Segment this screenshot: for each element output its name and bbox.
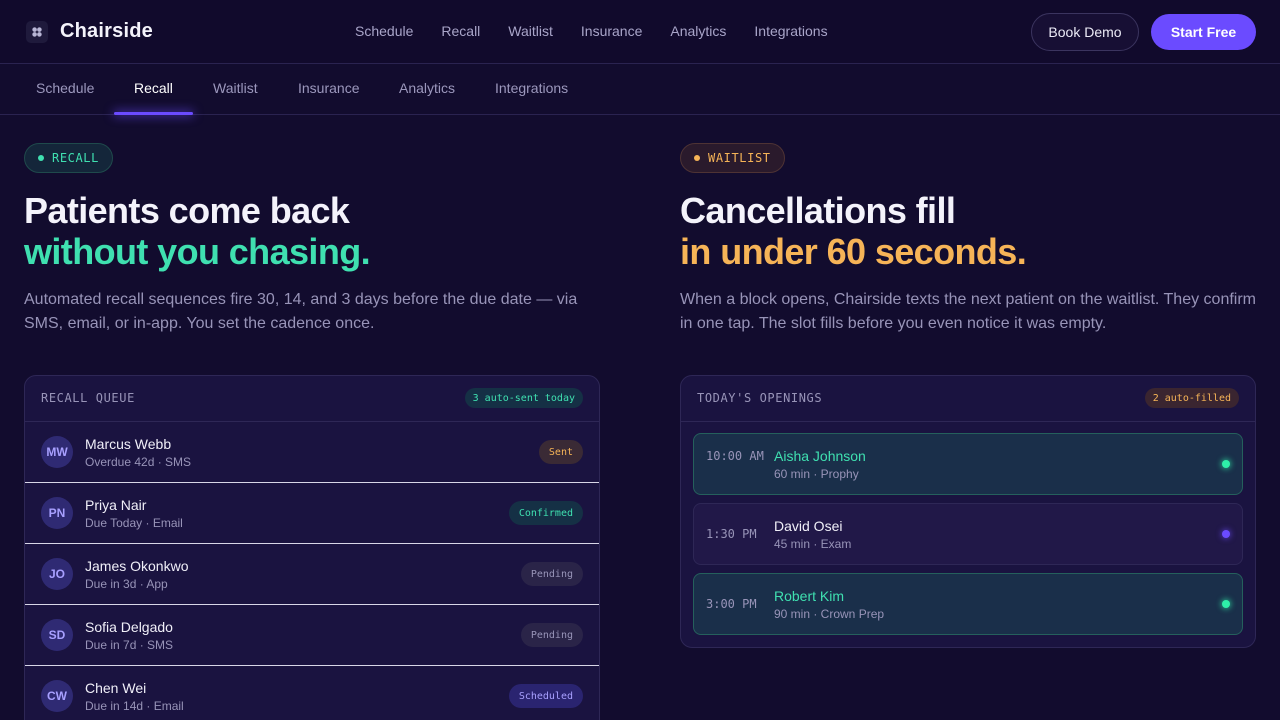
- openings-card: TODAY'S OPENINGS 2 auto-filled 10:00 AM …: [680, 375, 1256, 648]
- recall-pill-label: RECALL: [52, 151, 99, 165]
- brand-name: Chairside: [60, 20, 153, 42]
- top-nav: Chairside Schedule Recall Waitlist Insur…: [0, 0, 1280, 64]
- avatar: PN: [41, 497, 73, 529]
- openings-header: TODAY'S OPENINGS 2 auto-filled: [681, 376, 1255, 422]
- patient-due: Due in 7d · SMS: [85, 638, 174, 652]
- recall-queue-card: RECALL QUEUE 3 auto-sent today MW Marcus…: [24, 375, 600, 720]
- waitlist-pill-label: WAITLIST: [708, 151, 771, 165]
- nav-link-schedule[interactable]: Schedule: [355, 23, 413, 39]
- avatar: JO: [41, 558, 73, 590]
- tooth-icon: [26, 20, 48, 43]
- active-tab-indicator: [114, 112, 193, 115]
- patient-due: Due in 14d · Email: [85, 699, 184, 713]
- recall-headline: Patients come back without you chasing.: [24, 190, 600, 272]
- opening-slot[interactable]: 1:30 PM David Osei 45 min · Exam: [693, 503, 1243, 565]
- filled-dot-icon: [1222, 600, 1230, 608]
- tab-waitlist[interactable]: Waitlist: [213, 80, 258, 96]
- patient-name: Chen Wei: [85, 680, 147, 696]
- waitlist-headline: Cancellations fill in under 60 seconds.: [680, 190, 1256, 272]
- nav-link-analytics[interactable]: Analytics: [670, 23, 726, 39]
- tab-insurance[interactable]: Insurance: [298, 80, 359, 96]
- recall-row[interactable]: PN Priya Nair Due Today · Email Confirme…: [25, 483, 599, 544]
- brand[interactable]: Chairside: [26, 20, 153, 43]
- patient-name: Priya Nair: [85, 497, 147, 513]
- recall-row[interactable]: SD Sofia Delgado Due in 7d · SMS Pending: [25, 605, 599, 666]
- slot-details: 60 min · Prophy: [774, 467, 859, 481]
- patient-due: Due in 3d · App: [85, 577, 168, 591]
- slot-details: 45 min · Exam: [774, 537, 852, 551]
- recall-row[interactable]: CW Chen Wei Due in 14d · Email Scheduled: [25, 666, 599, 720]
- recall-pill: RECALL: [24, 143, 113, 173]
- recall-headline-line-2: without you chasing.: [24, 231, 371, 272]
- waitlist-pill: WAITLIST: [680, 143, 785, 173]
- avatar: SD: [41, 619, 73, 651]
- avatar: MW: [41, 436, 73, 468]
- slot-patient-name: David Osei: [774, 518, 843, 534]
- waitlist-headline-line-1: Cancellations fill: [680, 190, 956, 231]
- slot-time: 10:00 AM: [706, 449, 764, 463]
- status-badge: Scheduled: [508, 684, 583, 708]
- book-demo-button[interactable]: Book Demo: [1031, 13, 1139, 51]
- patient-name: Marcus Webb: [85, 436, 172, 452]
- slot-time: 3:00 PM: [706, 597, 757, 611]
- patient-due: Due Today · Email: [85, 516, 183, 530]
- patient-name: Sofia Delgado: [85, 619, 173, 635]
- status-badge: Pending: [520, 623, 583, 647]
- openings-title: TODAY'S OPENINGS: [697, 391, 823, 405]
- status-badge: Confirmed: [508, 501, 583, 525]
- slot-patient-name: Robert Kim: [774, 588, 845, 604]
- feature-tabs: Schedule Recall Waitlist Insurance Analy…: [0, 65, 1280, 115]
- start-free-button[interactable]: Start Free: [1151, 14, 1256, 50]
- tab-integrations[interactable]: Integrations: [495, 80, 568, 96]
- recall-section: RECALL Patients come back without you ch…: [24, 143, 600, 336]
- avatar: CW: [41, 680, 73, 712]
- slot-details: 90 min · Crown Prep: [774, 607, 885, 621]
- tab-recall[interactable]: Recall: [134, 80, 173, 96]
- status-badge: Pending: [520, 562, 583, 586]
- recall-queue-header: RECALL QUEUE 3 auto-sent today: [25, 376, 599, 422]
- waitlist-headline-line-2: in under 60 seconds.: [680, 231, 1027, 272]
- status-dot-icon: [694, 155, 700, 161]
- main-nav: Schedule Recall Waitlist Insurance Analy…: [355, 23, 856, 39]
- recall-row[interactable]: JO James Okonkwo Due in 3d · App Pending: [25, 544, 599, 605]
- pending-dot-icon: [1222, 530, 1230, 538]
- slot-patient-name: Aisha Johnson: [774, 448, 866, 464]
- tab-schedule[interactable]: Schedule: [36, 80, 94, 96]
- nav-link-waitlist[interactable]: Waitlist: [508, 23, 553, 39]
- recall-queue-title: RECALL QUEUE: [41, 391, 135, 405]
- nav-link-insurance[interactable]: Insurance: [581, 23, 642, 39]
- slot-time: 1:30 PM: [706, 527, 757, 541]
- nav-link-integrations[interactable]: Integrations: [754, 23, 827, 39]
- waitlist-section: WAITLIST Cancellations fill in under 60 …: [680, 143, 1256, 336]
- opening-slot[interactable]: 3:00 PM Robert Kim 90 min · Crown Prep: [693, 573, 1243, 635]
- status-badge: Sent: [538, 440, 583, 464]
- filled-dot-icon: [1222, 460, 1230, 468]
- auto-filled-badge: 2 auto-filled: [1144, 388, 1239, 408]
- waitlist-description: When a block opens, Chairside texts the …: [680, 291, 1256, 332]
- patient-due: Overdue 42d · SMS: [85, 455, 192, 469]
- recall-description: Automated recall sequences fire 30, 14, …: [24, 291, 578, 332]
- nav-link-recall[interactable]: Recall: [441, 23, 480, 39]
- opening-slot[interactable]: 10:00 AM Aisha Johnson 60 min · Prophy: [693, 433, 1243, 495]
- recall-headline-line-1: Patients come back: [24, 190, 350, 231]
- recall-row[interactable]: MW Marcus Webb Overdue 42d · SMS Sent: [25, 422, 599, 483]
- auto-sent-badge: 3 auto-sent today: [464, 388, 583, 408]
- status-dot-icon: [38, 155, 44, 161]
- patient-name: James Okonkwo: [85, 558, 189, 574]
- tab-analytics[interactable]: Analytics: [399, 80, 455, 96]
